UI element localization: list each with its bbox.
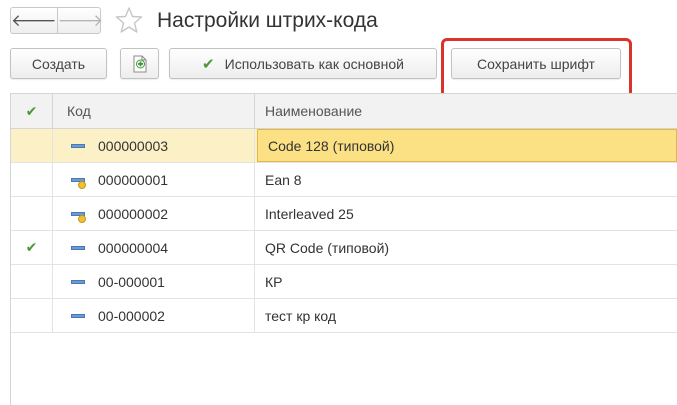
create-button[interactable]: Создать: [10, 48, 107, 79]
code-text: 00-000002: [98, 307, 165, 324]
default-mark: [11, 265, 53, 298]
table-row[interactable]: 000000002 Interleaved 25: [11, 197, 677, 231]
arrow-left-icon: 🡐: [11, 10, 57, 30]
default-checkmark-icon: ✔: [11, 231, 53, 264]
code-text: 000000002: [98, 205, 169, 222]
barcode-settings-table: ✔ Код Наименование 000000003 Code 128 (т…: [10, 93, 677, 405]
code-cell: 00-000001: [53, 265, 255, 298]
back-button[interactable]: 🡐: [11, 8, 58, 33]
catalog-item-icon: [71, 242, 86, 254]
catalog-item-icon: [71, 310, 86, 322]
catalog-item-user-icon: [71, 208, 86, 223]
forward-button[interactable]: 🡒: [58, 8, 104, 33]
code-cell: 000000001: [53, 163, 255, 196]
code-cell: 000000002: [53, 197, 255, 230]
use-as-default-label: Использовать как основной: [224, 55, 404, 72]
arrow-right-icon: 🡒: [57, 10, 104, 30]
favorite-star-icon[interactable]: [115, 6, 143, 34]
name-cell[interactable]: Ean 8: [255, 163, 677, 196]
catalog-item-user-icon: [71, 174, 86, 189]
column-header-default[interactable]: ✔: [11, 94, 53, 128]
default-mark: [11, 129, 53, 162]
column-header-name[interactable]: Наименование: [255, 94, 677, 128]
column-header-code[interactable]: Код: [53, 94, 255, 128]
code-text: 000000003: [98, 137, 169, 154]
page-title: Настройки штрих-кода: [157, 9, 378, 32]
name-cell[interactable]: Interleaved 25: [255, 197, 677, 230]
code-cell: 00-000002: [53, 299, 255, 332]
copy-button[interactable]: [120, 48, 159, 79]
copy-document-icon: [133, 55, 146, 72]
table-row[interactable]: 00-000001 КР: [11, 265, 677, 299]
code-text: 00-000001: [98, 273, 165, 290]
table-row[interactable]: 00-000002 тест кр код: [11, 299, 677, 333]
navigation-buttons: 🡐 🡒: [10, 7, 104, 34]
table-row[interactable]: 000000003 Code 128 (типовой): [11, 129, 677, 163]
code-cell: 000000003: [53, 129, 255, 162]
checkmark-icon: ✔: [202, 55, 215, 73]
highlight-frame: [441, 38, 632, 98]
name-cell[interactable]: Code 128 (типовой): [257, 129, 677, 162]
use-as-default-button[interactable]: ✔ Использовать как основной: [169, 48, 437, 79]
name-cell[interactable]: тест кр код: [255, 299, 677, 332]
table-row[interactable]: 000000001 Ean 8: [11, 163, 677, 197]
table-header: ✔ Код Наименование: [11, 94, 677, 129]
catalog-item-icon: [71, 140, 86, 152]
default-mark: [11, 163, 53, 196]
default-mark: [11, 299, 53, 332]
default-mark: [11, 197, 53, 230]
code-cell: 000000004: [53, 231, 255, 264]
name-cell[interactable]: КР: [255, 265, 677, 298]
catalog-item-icon: [71, 276, 86, 288]
table-row[interactable]: ✔ 000000004 QR Code (типовой): [11, 231, 677, 265]
checkmark-icon: ✔: [25, 102, 38, 119]
code-text: 000000004: [98, 239, 169, 256]
code-text: 000000001: [98, 171, 169, 188]
name-cell[interactable]: QR Code (типовой): [255, 231, 677, 264]
